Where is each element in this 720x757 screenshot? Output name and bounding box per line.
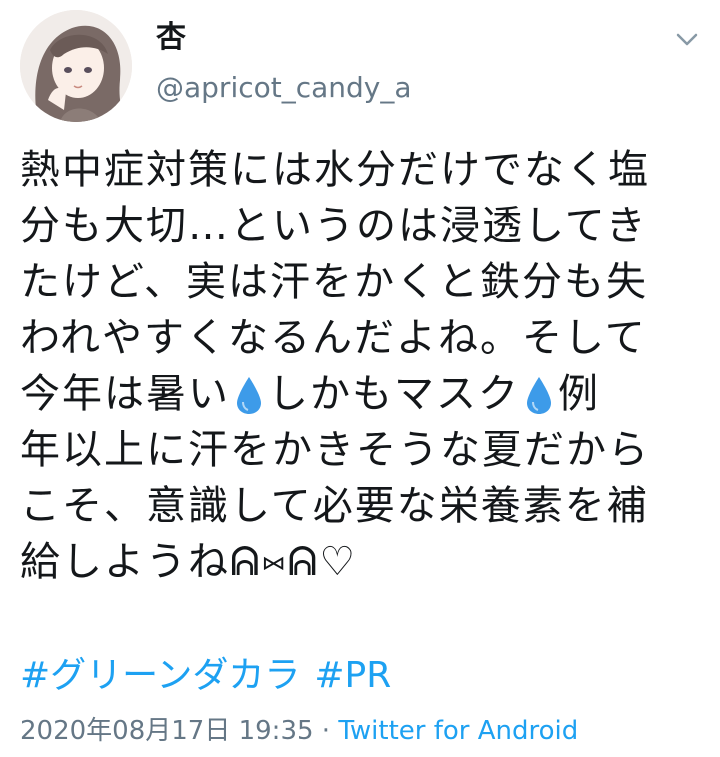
hashtag-link[interactable]: #グリーンダカラ [20,655,300,696]
tweet-meta: 2020年08月17日 19:35 · Twitter for Android [20,714,578,748]
tweet-text-segment: 例 [558,371,600,417]
meta-separator: · [313,716,339,746]
avatar[interactable] [20,10,132,122]
chevron-down-icon[interactable] [674,26,700,52]
user-handle[interactable]: @apricot_candy_a [156,70,412,106]
tweet-line: 年以上に汗をかきそうな夏だから [20,427,650,473]
hashtags: #グリーンダカラ #PR [20,654,405,698]
tweet-line: こそ、意識して必要な栄養素を補 [20,483,649,529]
tweet-line: たけど、実は汗をかくと鉄分も失 [20,259,648,305]
tweet-line: われやすくなるんだよね。そして [20,315,647,361]
tweet-text: 熱中症対策には水分だけでなく塩 分も大切…というのは浸透してき たけど、実は汗を… [20,142,700,590]
tweet-line: 給しようねᕱ⑅ᕱ♡ [20,539,358,585]
tweet-line: 今年は暑い しかもマスク例 [20,366,700,422]
droplet-emoji-icon [237,377,261,414]
tweet-line: 熱中症対策には水分だけでなく塩 [20,147,650,193]
avatar-image [20,10,132,122]
display-name[interactable]: 杏 [156,18,186,58]
tweet-timestamp[interactable]: 2020年08月17日 19:35 [20,716,314,746]
tweet-source-link[interactable]: Twitter for Android [338,716,578,746]
tweet-line: 分も大切…というのは浸透してき [20,203,648,249]
tweet-text-segment: しかもマスク [268,371,520,417]
droplet-emoji-icon [527,377,551,414]
tweet-text-segment: 今年は暑い [20,371,230,417]
hashtag-link[interactable]: #PR [314,655,391,696]
